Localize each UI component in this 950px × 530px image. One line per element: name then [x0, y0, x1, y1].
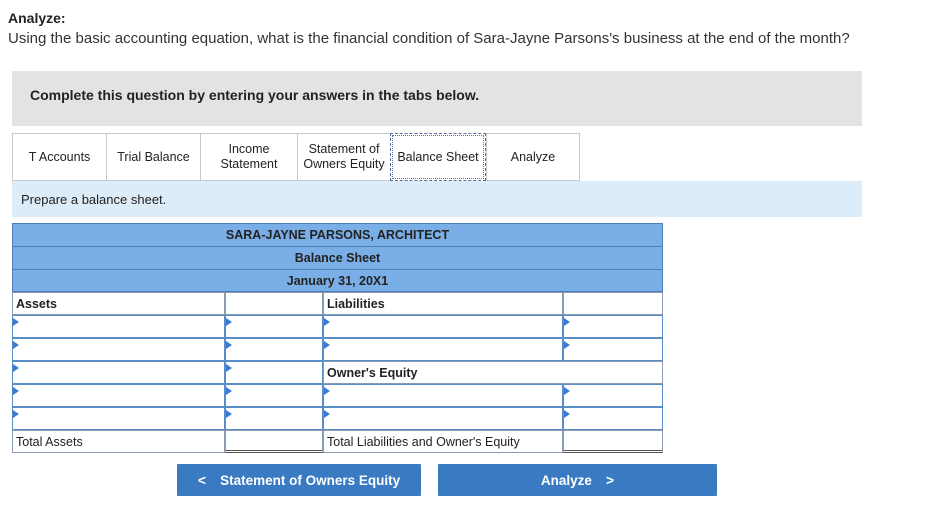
equity-account-select[interactable]: [323, 407, 563, 430]
tab-statement-of-owners-equity[interactable]: Statement of Owners Equity: [297, 133, 390, 181]
statement-date: January 31, 20X1: [12, 269, 663, 292]
table-row: Owner's Equity: [12, 361, 663, 384]
equity-amount-input[interactable]: [563, 407, 663, 430]
owners-equity-header: Owner's Equity: [323, 361, 663, 384]
asset-amount-input[interactable]: [225, 315, 323, 338]
instruction-panel: Complete this question by entering your …: [12, 71, 862, 126]
liabilities-header: Liabilities: [323, 292, 563, 315]
blank-cell: [563, 292, 663, 315]
chevron-right-icon: >: [605, 472, 615, 488]
asset-account-select[interactable]: [12, 384, 225, 407]
prev-button[interactable]: < Statement of Owners Equity: [177, 464, 421, 496]
asset-amount-input[interactable]: [225, 384, 323, 407]
total-liabilities-equity-value: [563, 430, 663, 453]
asset-amount-input[interactable]: [225, 407, 323, 430]
liability-amount-input[interactable]: [563, 315, 663, 338]
asset-account-select[interactable]: [12, 315, 225, 338]
company-name: SARA-JAYNE PARSONS, ARCHITECT: [12, 223, 663, 246]
tab-bar: T Accounts Trial Balance Income Statement…: [12, 133, 580, 181]
equity-amount-input[interactable]: [563, 384, 663, 407]
question-heading: Analyze:: [8, 10, 66, 26]
instruction-text: Complete this question by entering your …: [30, 87, 480, 103]
table-row: [12, 407, 663, 430]
prompt-bar: Prepare a balance sheet.: [12, 181, 862, 217]
question-text: Using the basic accounting equation, wha…: [8, 30, 850, 47]
blank-cell: [225, 292, 323, 315]
tab-analyze[interactable]: Analyze: [486, 133, 580, 181]
liability-account-select[interactable]: [323, 315, 563, 338]
next-button-label: Analyze: [540, 472, 592, 488]
tab-balance-sheet[interactable]: Balance Sheet: [390, 133, 486, 181]
table-row: [12, 315, 663, 338]
table-row: Total Assets Total Liabilities and Owner…: [12, 430, 663, 453]
next-button[interactable]: Analyze >: [438, 464, 717, 496]
liability-amount-input[interactable]: [563, 338, 663, 361]
balance-sheet-table: SARA-JAYNE PARSONS, ARCHITECT Balance Sh…: [12, 223, 663, 453]
assets-header: Assets: [12, 292, 225, 315]
total-liabilities-equity-label: Total Liabilities and Owner's Equity: [323, 430, 563, 453]
prev-button-label: Statement of Owners Equity: [220, 472, 401, 488]
chevron-left-icon: <: [197, 472, 207, 488]
tab-trial-balance[interactable]: Trial Balance: [106, 133, 200, 181]
table-row: Assets Liabilities: [12, 292, 663, 315]
liability-account-select[interactable]: [323, 338, 563, 361]
table-row: [12, 338, 663, 361]
total-assets-label: Total Assets: [12, 430, 225, 453]
asset-amount-input[interactable]: [225, 338, 323, 361]
statement-title: Balance Sheet: [12, 246, 663, 269]
tab-t-accounts[interactable]: T Accounts: [12, 133, 106, 181]
asset-account-select[interactable]: [12, 338, 225, 361]
asset-account-select[interactable]: [12, 407, 225, 430]
total-assets-value: [225, 430, 323, 453]
asset-account-select[interactable]: [12, 361, 225, 384]
tab-income-statement[interactable]: Income Statement: [200, 133, 297, 181]
prompt-text: Prepare a balance sheet.: [21, 192, 167, 207]
table-row: [12, 384, 663, 407]
asset-amount-input[interactable]: [225, 361, 323, 384]
equity-account-select[interactable]: [323, 384, 563, 407]
